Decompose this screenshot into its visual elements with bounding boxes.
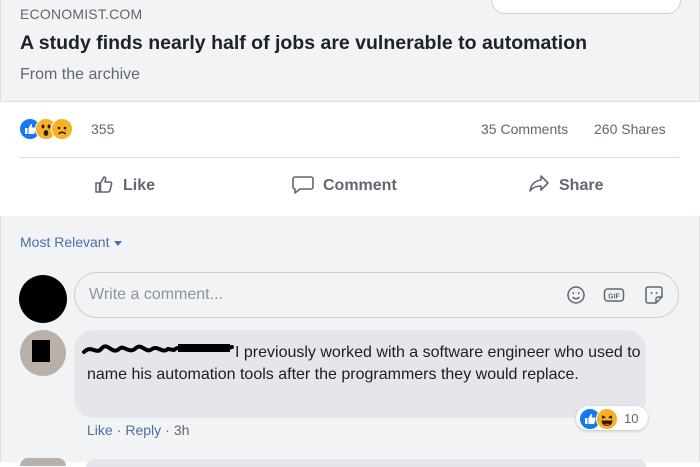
sort-label: Most Relevant [20,234,110,250]
sticker-icon[interactable] [643,284,665,306]
svg-text:GIF: GIF [608,293,620,300]
comment-bubble: I previously worked with a software engi… [74,330,646,418]
link-preview-card[interactable]: ECONOMIST.COM A study finds nearly half … [0,0,700,102]
comment-reactions[interactable]: 10 [576,406,648,430]
redaction-mark [32,340,50,362]
gif-icon[interactable]: GIF [603,284,625,306]
emoji-icon[interactable] [565,284,587,306]
link-headline[interactable]: A study finds nearly half of jobs are vu… [20,32,587,55]
link-source: ECONOMIST.COM [20,6,143,22]
comments-section: Most Relevant GIF I previously worked wi… [0,216,700,467]
current-user-avatar[interactable] [19,275,67,323]
divider [19,157,679,158]
comment-like-link[interactable]: Like [87,422,113,438]
next-commenter-avatar[interactable] [20,458,66,466]
commenter-avatar[interactable] [20,330,66,376]
comment-reaction-count: 10 [624,411,639,426]
comment-reply-link[interactable]: Reply [125,422,161,438]
like-label: Like [123,177,156,194]
comment-input[interactable] [89,285,529,305]
caret-down-icon [114,240,123,246]
next-comment-bubble [86,459,646,467]
share-arrow-icon [527,173,551,200]
separator-dot: · [116,422,122,438]
comment-meta: Like · Reply · 3h [87,422,189,438]
share-button[interactable]: Share [527,160,603,212]
comments-count-link[interactable]: 35 Comments [481,121,568,137]
separator-dot: · [165,422,170,438]
sad-icon [51,118,73,140]
speech-bubble-icon [291,173,315,200]
comment-sort-dropdown[interactable]: Most Relevant [20,234,123,250]
link-subtitle: From the archive [20,66,141,83]
comment-composer[interactable]: GIF [74,272,679,318]
reaction-count[interactable]: 355 [91,121,114,137]
comment-button[interactable]: Comment [291,160,397,212]
comment-timestamp[interactable]: 3h [174,422,190,438]
haha-icon [596,408,618,430]
top-right-button[interactable] [491,0,681,14]
thumbs-up-icon [93,173,115,200]
shares-count-link[interactable]: 260 Shares [594,121,666,137]
comment-label: Comment [323,177,397,194]
like-button[interactable]: Like [93,160,155,212]
comment-text: I previously worked with a software engi… [87,344,641,383]
share-label: Share [559,177,604,194]
post-stats: 355 35 Comments 260 Shares [19,115,679,143]
reaction-summary[interactable] [19,118,89,140]
post-action-bar: Like Comment Share [19,160,679,212]
